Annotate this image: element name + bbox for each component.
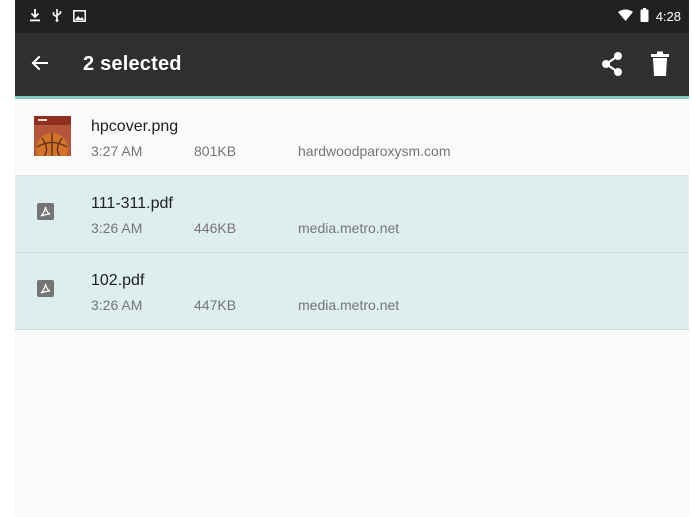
notification-icons <box>29 8 86 27</box>
download-time: 3:26 AM <box>91 220 143 236</box>
file-size: 447KB <box>194 297 237 313</box>
file-size: 446KB <box>194 220 237 236</box>
download-row-111-311[interactable]: 111-311.pdf 3:26 AM 446KB media.metro.ne… <box>15 176 689 253</box>
download-icon <box>29 8 41 27</box>
file-name: 102.pdf <box>91 272 145 289</box>
source-domain: hardwoodparoxysm.com <box>298 143 451 159</box>
battery-icon <box>640 8 649 25</box>
arrow-left-icon <box>31 55 48 71</box>
selection-count-title: 2 selected <box>83 53 182 75</box>
download-row-102[interactable]: 102.pdf 3:26 AM 447KB media.metro.net <box>15 253 689 330</box>
usb-icon <box>51 8 63 27</box>
pdf-icon <box>37 203 54 220</box>
file-name: hpcover.png <box>91 118 179 135</box>
share-button[interactable] <box>597 49 627 79</box>
system-icons: 4:28 <box>617 8 681 25</box>
pdf-icon <box>37 280 54 297</box>
source-domain: media.metro.net <box>298 220 400 236</box>
download-time: 3:27 AM <box>91 143 143 159</box>
clock: 4:28 <box>655 9 681 24</box>
source-domain: media.metro.net <box>298 297 400 313</box>
file-size: 801KB <box>194 143 237 159</box>
share-icon <box>602 52 622 76</box>
delete-icon <box>651 51 669 76</box>
downloads-screen: 4:28 2 selected hpcover.png 3:27 AM 801K… <box>15 0 689 517</box>
image-thumbnail <box>34 116 71 156</box>
download-row-hpcover[interactable]: hpcover.png 3:27 AM 801KB hardwoodparoxy… <box>15 99 689 176</box>
downloads-list: hpcover.png 3:27 AM 801KB hardwoodparoxy… <box>15 99 689 330</box>
back-button[interactable] <box>29 52 51 74</box>
download-time: 3:26 AM <box>91 297 143 313</box>
selection-toolbar: 2 selected <box>15 33 689 96</box>
delete-button[interactable] <box>645 49 675 79</box>
status-bar: 4:28 <box>15 0 689 33</box>
file-name: 111-311.pdf <box>91 195 173 212</box>
image-icon <box>73 9 86 27</box>
wifi-icon <box>617 9 633 24</box>
